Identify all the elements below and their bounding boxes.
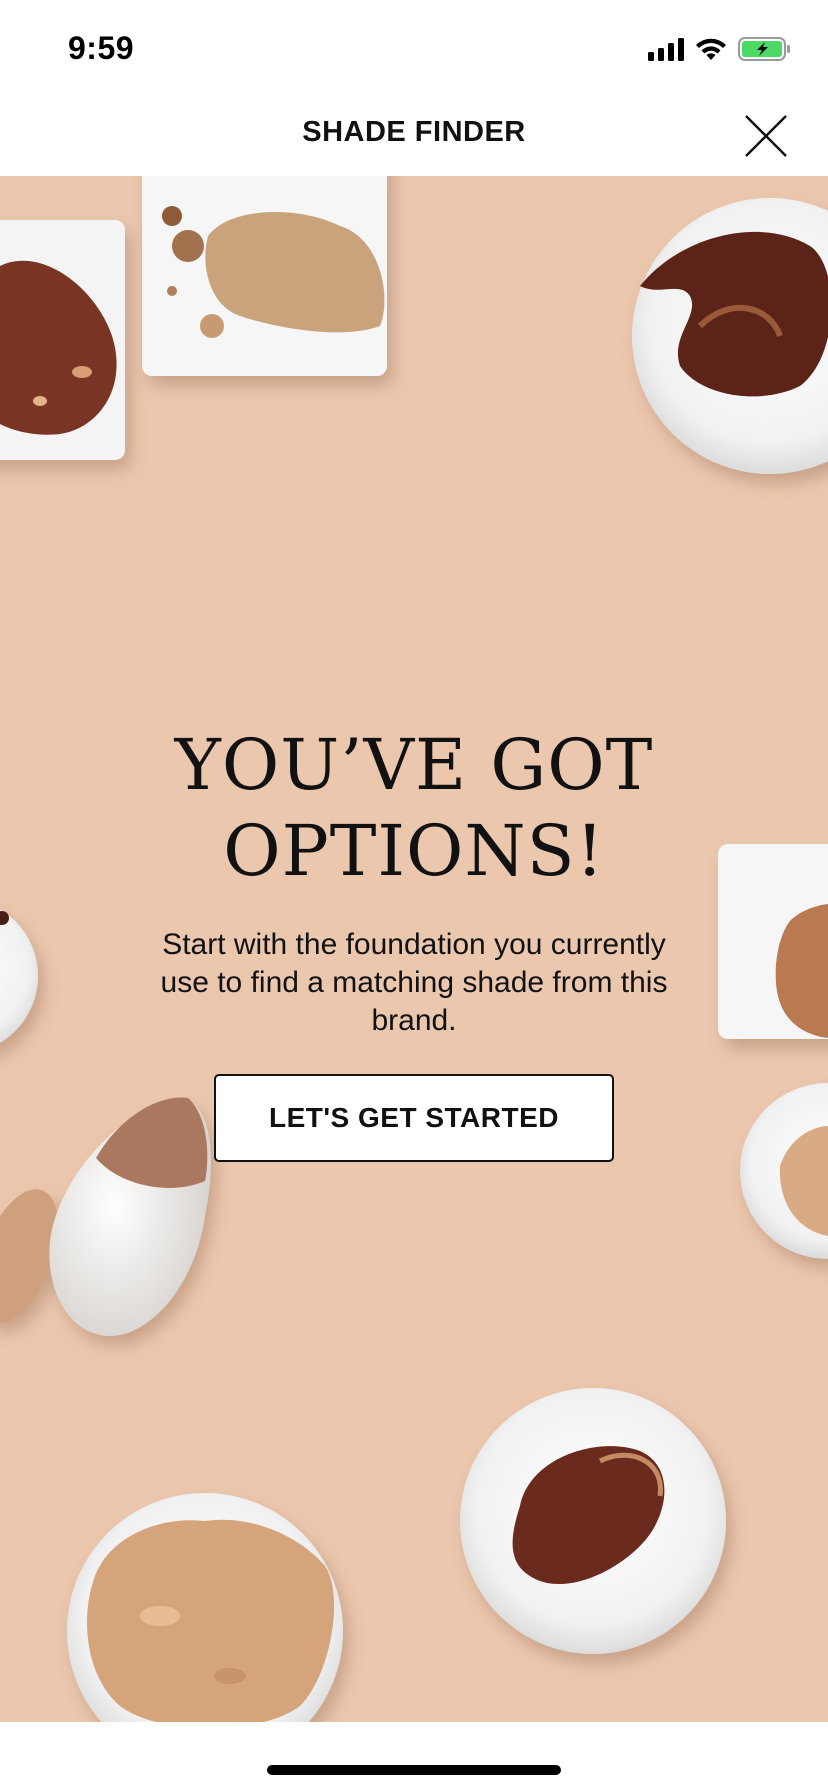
hero-section: YOU’VE GOT OPTIONS! Start with the found… [0, 176, 828, 1722]
get-started-button[interactable]: LET'S GET STARTED [214, 1074, 614, 1162]
close-icon [745, 115, 787, 157]
cellular-signal-icon [648, 37, 684, 61]
status-icons [648, 36, 792, 62]
hero-heading-line-2: OPTIONS! [223, 810, 605, 892]
close-button[interactable] [736, 106, 796, 166]
wifi-icon [696, 38, 726, 60]
battery-charging-icon [738, 37, 790, 61]
home-indicator[interactable] [267, 1765, 561, 1775]
hero-subtitle: Start with the foundation you currently … [160, 928, 668, 1037]
status-time: 9:59 [68, 30, 135, 66]
hero-heading: YOU’VE GOT OPTIONS! [0, 722, 828, 894]
home-indicator-area [0, 1722, 828, 1792]
header: SHADE FINDER [0, 96, 828, 176]
hero-heading-line-1: YOU’VE GOT [174, 724, 654, 806]
status-bar: 9:59 [0, 0, 828, 96]
page-title: SHADE FINDER [302, 116, 526, 148]
